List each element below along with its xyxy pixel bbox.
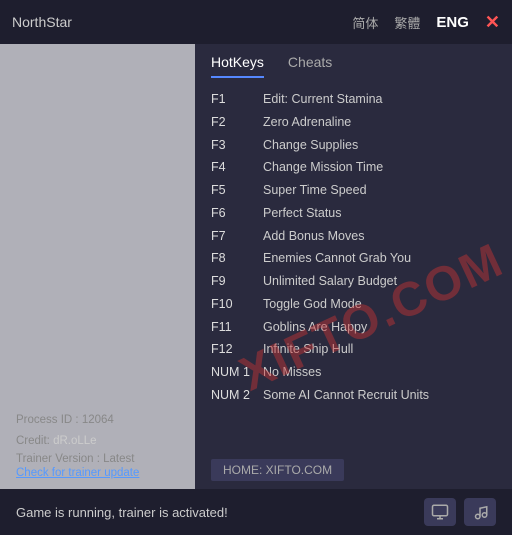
hotkey-item: F3Change Supplies <box>211 134 496 157</box>
hotkey-key: F8 <box>211 249 263 268</box>
status-icons <box>424 498 496 526</box>
hotkey-label: Toggle God Mode <box>263 295 362 314</box>
hotkey-item: F5Super Time Speed <box>211 179 496 202</box>
hotkey-label: Enemies Cannot Grab You <box>263 249 411 268</box>
hotkey-label: Unlimited Salary Budget <box>263 272 397 291</box>
hotkey-item: F1Edit: Current Stamina <box>211 88 496 111</box>
hotkey-item: F8Enemies Cannot Grab You <box>211 247 496 270</box>
hotkey-key: F12 <box>211 340 263 359</box>
info-section: Process ID : 12064 Credit: dR.oLLe Train… <box>0 403 195 489</box>
sidebar: Process ID : 12064 Credit: dR.oLLe Train… <box>0 44 195 489</box>
status-message: Game is running, trainer is activated! <box>16 505 228 520</box>
titlebar-controls: 简体 繁體 ENG ✕ <box>352 12 500 33</box>
hotkey-key: F9 <box>211 272 263 291</box>
monitor-icon-button[interactable] <box>424 498 456 526</box>
process-label: Process ID : 12064 <box>16 414 114 426</box>
hotkey-item: F2Zero Adrenaline <box>211 111 496 134</box>
home-button[interactable]: HOME: XIFTO.COM <box>211 459 344 481</box>
hotkey-key: F2 <box>211 113 263 132</box>
right-panel: HotKeys Cheats F1Edit: Current StaminaF2… <box>195 44 512 489</box>
home-button-area: HOME: XIFTO.COM <box>195 455 512 489</box>
trainer-version-label: Trainer Version : Latest <box>16 453 179 465</box>
hotkey-key: NUM 1 <box>211 363 263 382</box>
hotkey-item: F12Infinite Ship Hull <box>211 338 496 361</box>
hotkey-key: F1 <box>211 90 263 109</box>
hotkey-key: NUM 2 <box>211 386 263 405</box>
music-icon-button[interactable] <box>464 498 496 526</box>
hotkey-key: F7 <box>211 227 263 246</box>
titlebar: NorthStar 简体 繁體 ENG ✕ <box>0 0 512 44</box>
hotkey-label: Zero Adrenaline <box>263 113 351 132</box>
hotkey-item: F7Add Bonus Moves <box>211 225 496 248</box>
hotkey-key: F3 <box>211 136 263 155</box>
credit-label: Credit: <box>16 435 53 447</box>
music-icon <box>471 503 489 521</box>
hotkey-item: NUM 2Some AI Cannot Recruit Units <box>211 384 496 407</box>
hotkey-label: Change Supplies <box>263 136 358 155</box>
hotkey-item: F6Perfect Status <box>211 202 496 225</box>
tab-hotkeys[interactable]: HotKeys <box>211 54 264 78</box>
main-window: NorthStar 简体 繁體 ENG ✕ Process ID : 12064… <box>0 0 512 535</box>
hotkey-label: Super Time Speed <box>263 181 367 200</box>
hotkey-key: F4 <box>211 158 263 177</box>
tab-cheats[interactable]: Cheats <box>288 54 332 78</box>
close-button[interactable]: ✕ <box>485 12 500 33</box>
credit-block: Credit: dR.oLLe <box>16 432 179 447</box>
tabs-bar: HotKeys Cheats <box>195 44 512 78</box>
trainer-version-block: Trainer Version : Latest Check for train… <box>16 453 179 479</box>
hotkey-label: Goblins Are Happy <box>263 318 367 337</box>
hotkey-item: F10Toggle God Mode <box>211 293 496 316</box>
hotkeys-list: F1Edit: Current StaminaF2Zero Adrenaline… <box>195 78 512 455</box>
hotkey-key: F10 <box>211 295 263 314</box>
status-bar: Game is running, trainer is activated! <box>0 489 512 535</box>
lang-simplified-button[interactable]: 简体 <box>352 13 378 32</box>
hotkey-label: Change Mission Time <box>263 158 383 177</box>
hotkey-key: F6 <box>211 204 263 223</box>
hotkey-label: Perfect Status <box>263 204 342 223</box>
hotkey-key: F5 <box>211 181 263 200</box>
main-content: Process ID : 12064 Credit: dR.oLLe Train… <box>0 44 512 489</box>
hotkey-item: F4Change Mission Time <box>211 156 496 179</box>
app-title: NorthStar <box>12 14 72 30</box>
lang-traditional-button[interactable]: 繁體 <box>394 13 420 32</box>
hotkey-key: F11 <box>211 318 263 337</box>
hotkey-item: F9Unlimited Salary Budget <box>211 270 496 293</box>
hotkey-label: No Misses <box>263 363 321 382</box>
lang-english-button[interactable]: ENG <box>436 14 469 31</box>
monitor-icon <box>431 503 449 521</box>
hotkey-label: Some AI Cannot Recruit Units <box>263 386 429 405</box>
process-block: Process ID : 12064 <box>16 411 179 426</box>
credit-value: dR.oLLe <box>53 435 96 447</box>
update-link[interactable]: Check for trainer update <box>16 467 179 479</box>
hotkey-item: NUM 1No Misses <box>211 361 496 384</box>
hotkey-label: Add Bonus Moves <box>263 227 364 246</box>
hotkey-label: Infinite Ship Hull <box>263 340 353 359</box>
hotkey-item: F11Goblins Are Happy <box>211 316 496 339</box>
hotkey-label: Edit: Current Stamina <box>263 90 383 109</box>
